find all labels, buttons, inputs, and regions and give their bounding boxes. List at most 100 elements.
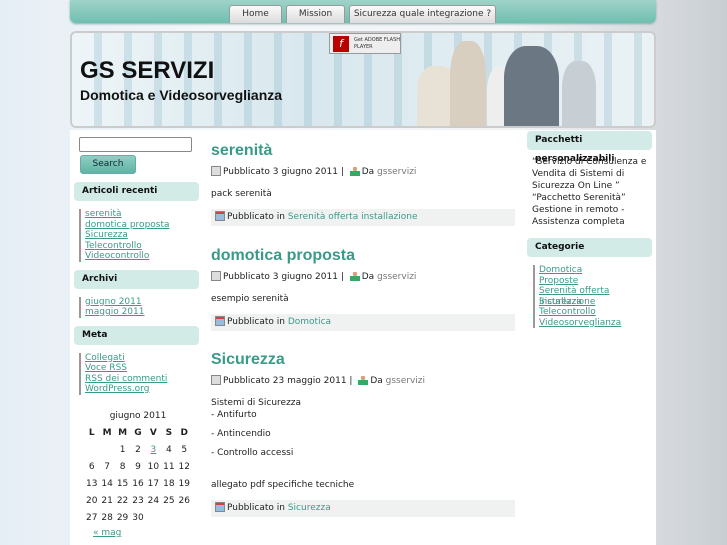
category-link[interactable]: Domotica xyxy=(288,317,331,327)
tab-mission[interactable]: Mission xyxy=(286,5,345,23)
post-by: Da xyxy=(361,167,375,177)
calendar-day xyxy=(146,509,161,526)
archive-list: giugno 2011 maggio 2011 xyxy=(79,296,199,318)
tab-sicurezza[interactable]: Sicurezza quale integrazione ? xyxy=(349,5,496,23)
flash-player-badge[interactable]: f Get ADOBE FLASH PLAYER xyxy=(329,33,401,54)
widget-title: Articoli recenti xyxy=(74,182,199,201)
post-body: Sistemi di Sicurezza - Antifurto - Antince… xyxy=(211,397,515,491)
list-item[interactable]: WordPress.org xyxy=(85,384,149,394)
post-body: esempio serenità xyxy=(211,293,515,305)
recent-posts-list: serenità domotica proposta Sicurezza Tel… xyxy=(79,209,199,262)
calendar-day-header: V xyxy=(149,427,157,438)
calendar-day: 20 xyxy=(85,495,98,506)
categories-list: Domotica Proposte Serenità offerta insta… xyxy=(533,265,652,328)
calendar-day xyxy=(177,509,192,526)
folder-icon xyxy=(215,211,225,221)
calendar-day: 29 xyxy=(116,512,129,523)
calendar: giugno 2011 L M M G V S D 1 2 3 4 5 6 7 8 9 10 11 12 13 14 15… xyxy=(84,411,192,538)
user-icon xyxy=(349,166,360,176)
tab-home[interactable]: Home xyxy=(229,5,282,23)
folder-icon xyxy=(215,316,225,326)
post-body: pack serenità xyxy=(211,188,515,200)
list-item[interactable]: domotica proposta xyxy=(85,220,170,230)
calendar-day[interactable]: 3 xyxy=(146,441,161,458)
meta-list: Collegati Voce RSS RSS dei commenti Word… xyxy=(79,352,199,395)
list-item[interactable]: Telecontrollo xyxy=(539,307,596,317)
calendar-day-header: L xyxy=(88,427,95,438)
calendar-day xyxy=(99,441,114,458)
post-date: Pubblicato 3 giugno 2011 xyxy=(223,272,338,282)
categories-label: Pubblicato in xyxy=(227,317,285,327)
calendar-day: 1 xyxy=(119,444,126,455)
post-author[interactable]: gsservizi xyxy=(377,167,416,177)
calendar-day-header: S xyxy=(165,427,173,438)
calendar-day: 5 xyxy=(181,444,188,455)
post-body-line: - Antincendio xyxy=(211,429,271,439)
people-image xyxy=(562,61,596,126)
site-title[interactable]: GS SERVIZI xyxy=(80,57,214,85)
calendar-day: 12 xyxy=(178,461,190,472)
list-item[interactable]: Voce RSS xyxy=(85,363,127,373)
list-item[interactable]: serenità xyxy=(85,209,122,219)
header-banner: f Get ADOBE FLASH PLAYER GS SERVIZI Domot… xyxy=(70,31,656,128)
list-item[interactable]: RSS dei commenti xyxy=(85,374,167,384)
post-title[interactable]: Sicurezza xyxy=(211,351,515,369)
calendar-day: 27 xyxy=(85,512,98,523)
calendar-day: 21 xyxy=(101,495,113,506)
calendar-day: 15 xyxy=(116,478,129,489)
right-sidebar: Pacchetti personalizzabili “Servizio di … xyxy=(527,131,652,336)
post-title[interactable]: domotica proposta xyxy=(211,247,515,265)
calendar-day: 4 xyxy=(165,444,172,455)
post-body-line: - Antifurto xyxy=(211,410,257,420)
post-title[interactable]: serenità xyxy=(211,142,515,160)
calendar-icon xyxy=(211,271,221,281)
calendar-day: 24 xyxy=(147,495,160,506)
packages-text: “Servizio di Consulenza e Vendita di Sis… xyxy=(532,157,647,227)
calendar-day-header: M xyxy=(118,427,128,438)
post-categories: Pubblicato in Domotica xyxy=(211,314,515,331)
top-navigation: Home Mission Sicurezza quale integrazion… xyxy=(70,0,656,23)
calendar-table: L M M G V S D 1 2 3 4 5 6 7 8 9 10 11 12 13 14 15 16 17 18 19 20 21… xyxy=(84,424,192,526)
post-by: Da xyxy=(361,272,375,282)
calendar-day: 26 xyxy=(178,495,190,506)
list-item[interactable]: maggio 2011 xyxy=(85,307,144,317)
list-item[interactable]: Videocontrollo xyxy=(85,251,149,261)
calendar-day: 14 xyxy=(101,478,113,489)
list-item[interactable]: Videosorveglianza xyxy=(539,318,621,328)
post-author[interactable]: gsservizi xyxy=(377,272,416,282)
list-item[interactable]: giugno 2011 xyxy=(85,297,142,307)
site-subtitle: Domotica e Videosorveglianza xyxy=(80,87,283,103)
post-body-line: - Controllo accessi xyxy=(211,448,294,458)
calendar-day: 18 xyxy=(163,478,175,489)
calendar-day-header: D xyxy=(180,427,188,438)
folder-icon xyxy=(215,502,225,512)
list-item[interactable]: Sicurezza xyxy=(85,230,128,240)
widget-title: Meta xyxy=(74,325,199,345)
calendar-day: 19 xyxy=(178,478,190,489)
category-link[interactable]: Sicurezza xyxy=(288,503,331,513)
calendar-icon xyxy=(211,375,221,385)
list-item[interactable]: Proposte xyxy=(539,276,578,286)
user-icon xyxy=(358,375,369,385)
calendar-day: 7 xyxy=(104,461,110,472)
post-meta: Pubblicato 23 maggio 2011 | Da gsservizi xyxy=(211,375,515,387)
search-button[interactable]: Search xyxy=(80,155,136,174)
post-categories: Pubblicato in Serenità offerta installaz… xyxy=(211,209,515,226)
calendar-prev-link[interactable]: « mag xyxy=(93,528,121,538)
calendar-day: 22 xyxy=(116,495,129,506)
list-item[interactable]: Collegati xyxy=(85,353,125,363)
people-image xyxy=(450,41,486,126)
post-date: Pubblicato 3 giugno 2011 xyxy=(223,167,338,177)
category-link[interactable]: Serenità offerta installazione xyxy=(288,212,418,222)
list-item[interactable]: Domotica xyxy=(539,265,582,275)
search-input[interactable] xyxy=(79,137,192,152)
calendar-day: 6 xyxy=(88,461,95,472)
list-item[interactable]: Sicurezza xyxy=(539,297,582,307)
post-categories: Pubblicato in Sicurezza xyxy=(211,500,515,517)
list-item[interactable]: Telecontrollo xyxy=(85,241,142,251)
widget-title: Categorie xyxy=(527,238,652,257)
categories-label: Pubblicato in xyxy=(227,212,285,222)
left-sidebar: Articoli recenti serenità domotica propo… xyxy=(74,182,199,403)
post-author[interactable]: gsservizi xyxy=(386,376,425,386)
post-body-line: esempio serenità xyxy=(211,294,289,304)
